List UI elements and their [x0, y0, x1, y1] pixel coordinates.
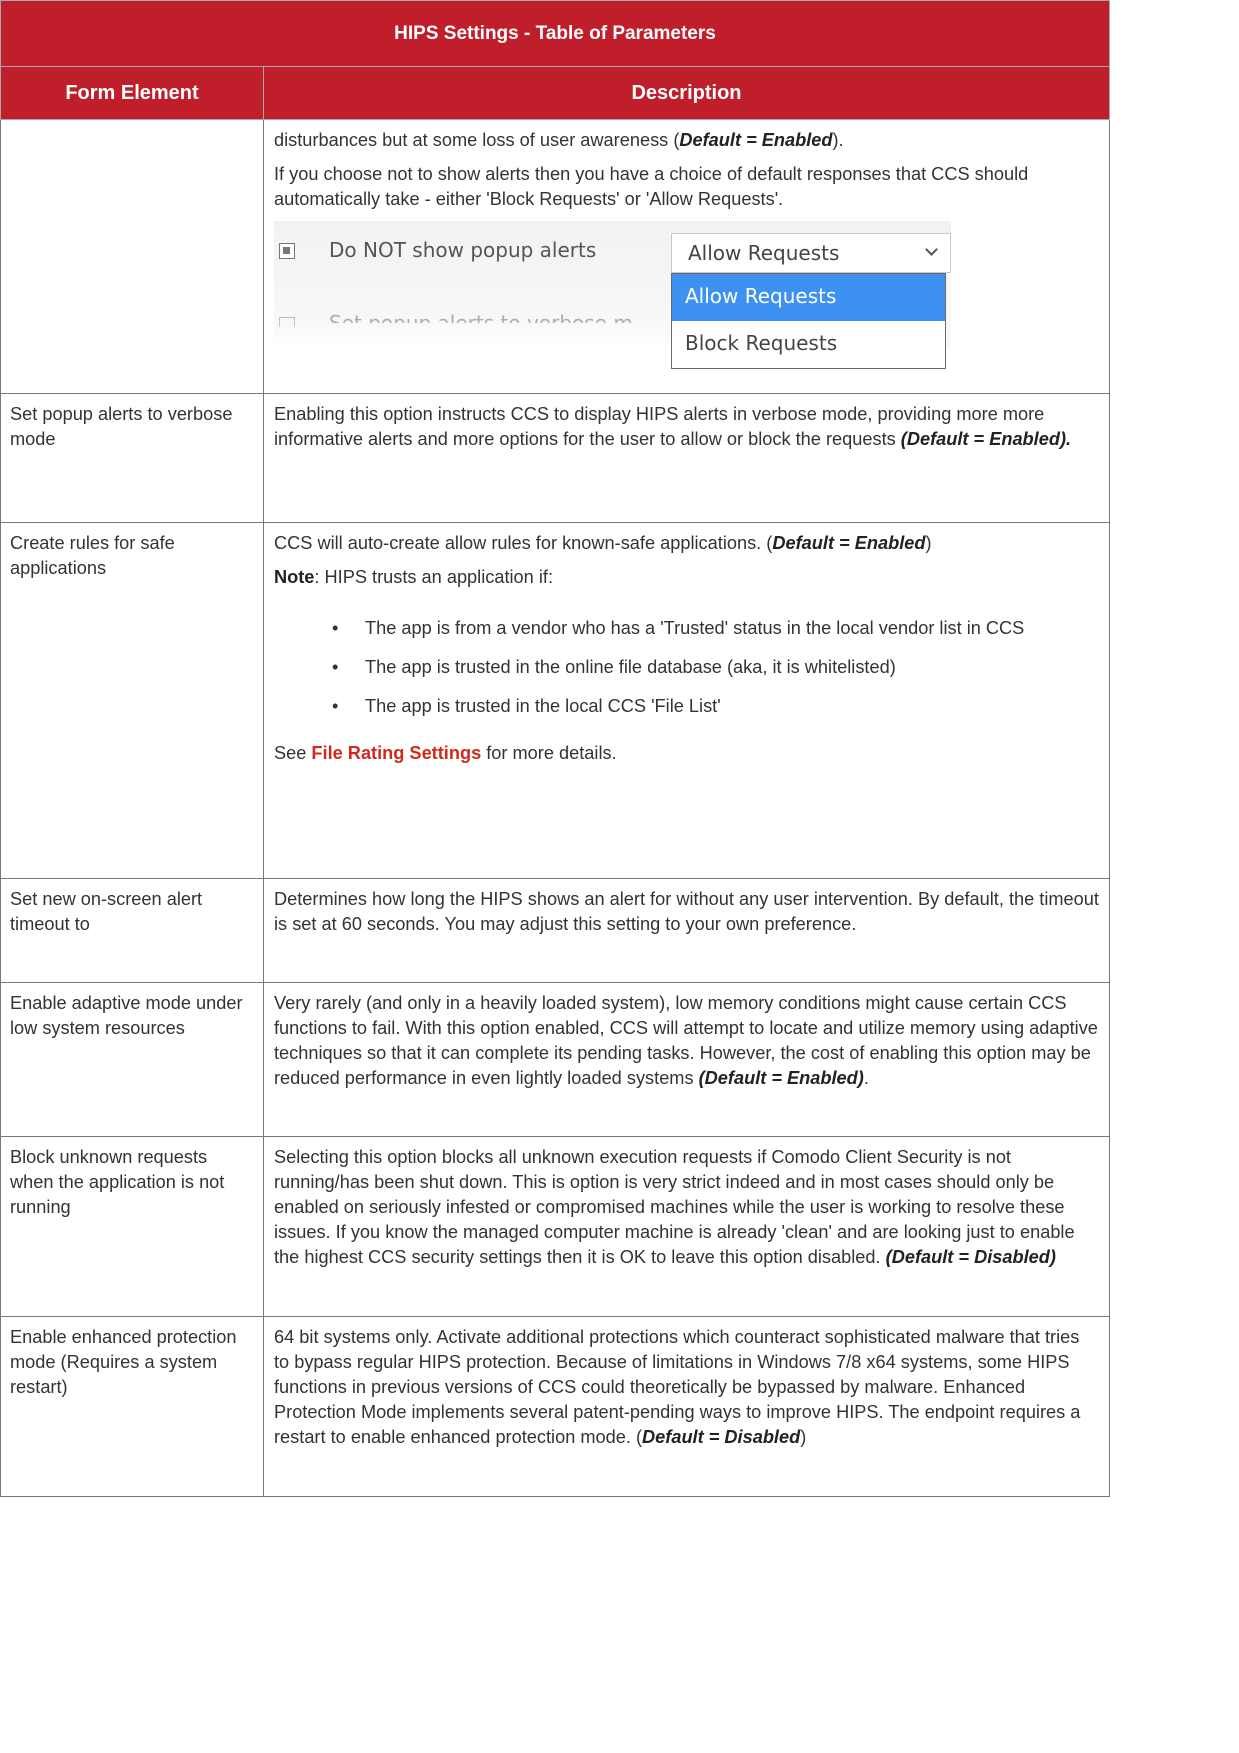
list-item: The app is trusted in the local CCS 'Fil… — [274, 694, 1099, 719]
column-header-form-element: Form Element — [0, 66, 264, 120]
table-row: disturbances but at some loss of user aw… — [0, 119, 1110, 394]
default-value: (Default = Disabled) — [885, 1247, 1056, 1267]
form-element-cell: Create rules for safe applications — [0, 522, 264, 879]
list-item: The app is trusted in the online file da… — [274, 655, 1099, 680]
table-row: Set popup alerts to verbose mode Enablin… — [0, 393, 1110, 523]
default-value: (Default = Enabled). — [900, 429, 1072, 449]
description-cell: Selecting this option blocks all unknown… — [263, 1136, 1110, 1317]
description-cell: disturbances but at some loss of user aw… — [263, 119, 1110, 394]
option-allow-requests[interactable]: Allow Requests — [672, 274, 945, 321]
default-value: Default = Disabled — [642, 1427, 801, 1447]
description-cell: Determines how long the HIPS shows an al… — [263, 878, 1110, 983]
description-text: disturbances but at some loss of user aw… — [274, 130, 844, 150]
do-not-show-popup-label: Do NOT show popup alerts — [329, 238, 597, 262]
table-header-row: Form Element Description — [0, 66, 1110, 120]
form-element-cell: Enable enhanced protection mode (Require… — [0, 1316, 264, 1497]
description-cell: Very rarely (and only in a heavily loade… — [263, 982, 1110, 1137]
default-response-dropdown[interactable]: Allow Requests — [671, 233, 951, 273]
trust-criteria-list: The app is from a vendor who has a 'Trus… — [274, 616, 1099, 719]
hips-parameters-table: HIPS Settings - Table of Parameters Form… — [0, 0, 1110, 1497]
list-item: The app is from a vendor who has a 'Trus… — [274, 616, 1099, 641]
description-text: If you choose not to show alerts then yo… — [274, 164, 1029, 209]
description-cell: Enabling this option instructs CCS to di… — [263, 393, 1110, 523]
form-element-cell: Set popup alerts to verbose mode — [0, 393, 264, 523]
default-value: Default = Enabled — [772, 533, 926, 553]
note-text: Note: HIPS trusts an application if: — [274, 567, 553, 587]
file-rating-settings-link[interactable]: File Rating Settings — [311, 743, 481, 763]
description-text: CCS will auto-create allow rules for kno… — [274, 533, 932, 553]
default-value: Default = Enabled — [679, 130, 833, 150]
see-also-text: See File Rating Settings for more detail… — [274, 743, 617, 763]
table-row: Create rules for safe applications CCS w… — [0, 522, 1110, 879]
form-element-cell — [0, 119, 264, 394]
table-row: Block unknown requests when the applicat… — [0, 1136, 1110, 1317]
chevron-down-icon[interactable] — [925, 243, 938, 256]
option-block-requests[interactable]: Block Requests — [672, 321, 945, 368]
table-row: Enable enhanced protection mode (Require… — [0, 1316, 1110, 1497]
default-value: (Default = Enabled) — [698, 1068, 864, 1088]
form-element-cell: Enable adaptive mode under low system re… — [0, 982, 264, 1137]
popup-alerts-screenshot: Do NOT show popup alerts Set popup alert… — [274, 221, 951, 384]
table-row: Enable adaptive mode under low system re… — [0, 982, 1110, 1137]
do-not-show-popup-checkbox[interactable] — [279, 243, 295, 259]
dropdown-selected-value: Allow Requests — [688, 241, 840, 265]
table-row: Set new on-screen alert timeout to Deter… — [0, 878, 1110, 983]
dropdown-options-list: Allow Requests Block Requests — [671, 273, 946, 369]
description-cell: CCS will auto-create allow rules for kno… — [263, 522, 1110, 879]
note-label: Note — [274, 567, 315, 587]
column-header-description: Description — [263, 66, 1110, 120]
table-title: HIPS Settings - Table of Parameters — [0, 0, 1110, 67]
description-cell: 64 bit systems only. Activate additional… — [263, 1316, 1110, 1497]
form-element-cell: Set new on-screen alert timeout to — [0, 878, 264, 983]
table-title-row: HIPS Settings - Table of Parameters — [0, 0, 1110, 67]
form-element-cell: Block unknown requests when the applicat… — [0, 1136, 264, 1317]
